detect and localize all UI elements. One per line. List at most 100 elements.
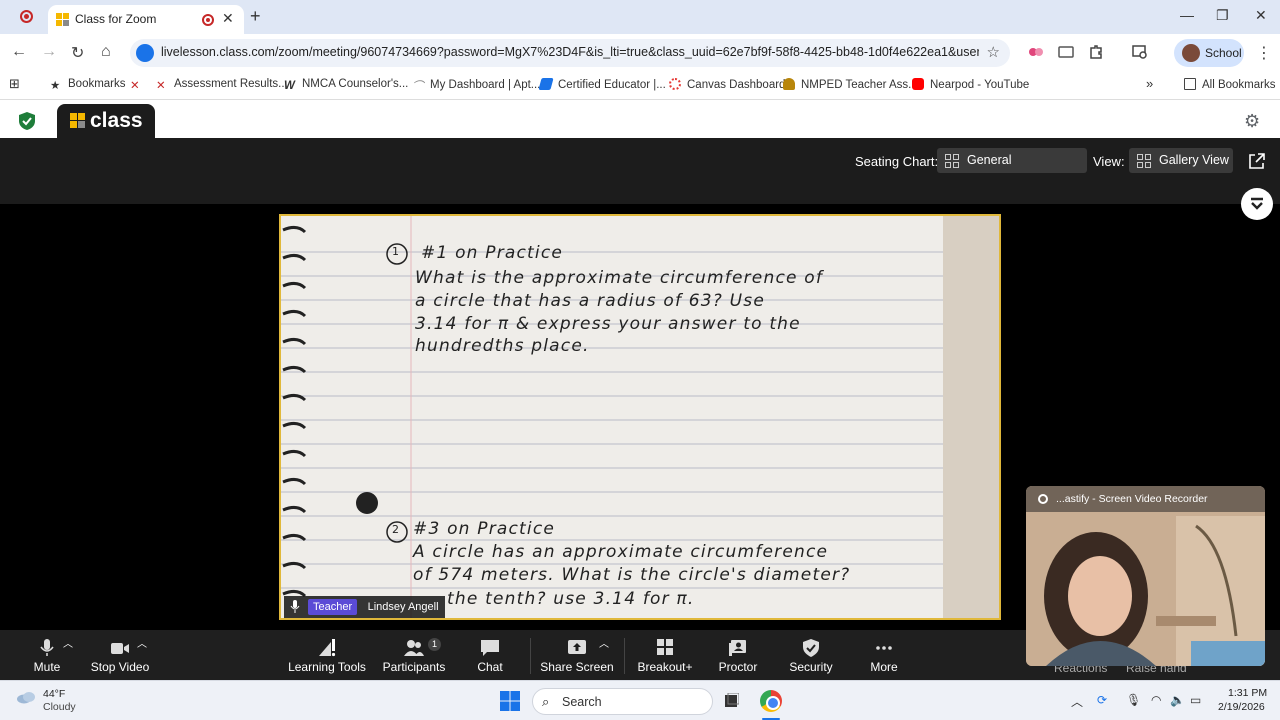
microphone-icon[interactable]: 🎙 <box>1126 693 1141 707</box>
url-text[interactable]: livelesson.class.com/zoom/meeting/960747… <box>161 45 979 59</box>
note-line: #1 on Practice <box>421 243 564 263</box>
close-tab-icon[interactable]: ✕ <box>222 10 234 27</box>
seating-chart-select[interactable]: General <box>937 148 1087 173</box>
clock-date[interactable]: 2/19/2026 <box>1218 701 1265 713</box>
weather-condition[interactable]: Cloudy <box>43 701 76 713</box>
participants-button[interactable]: Participants <box>380 630 448 680</box>
windows-start-icon[interactable] <box>500 691 520 711</box>
os-taskbar: 44°F Cloudy ⌕ Search ︿ ⟳ 🎙 ◠ 🔈 ▭ 1:31 PM… <box>0 680 1280 720</box>
mute-label: Mute <box>33 660 61 674</box>
extensions-puzzle-icon[interactable] <box>1088 44 1104 60</box>
bookmark-item[interactable]: ✕ Assessment Results... <box>156 78 288 92</box>
bookmark-item[interactable]: NMPED Teacher Ass... <box>783 78 918 91</box>
new-tab-button[interactable]: + <box>250 6 261 27</box>
more-button[interactable]: More <box>866 630 902 680</box>
battery-icon[interactable]: ▭ <box>1190 693 1201 707</box>
breakout-button[interactable]: Breakout+ <box>634 630 696 680</box>
learning-tools-label: Learning Tools <box>288 660 366 674</box>
toolbar-divider <box>624 638 625 674</box>
browser-tab-active[interactable]: Class for Zoom ✕ <box>48 5 244 34</box>
home-icon[interactable]: ⌂ <box>101 43 111 61</box>
bookmarks-bar: ⊞ ★ Bookmarks ✕ ✕ Assessment Results... WN… <box>0 72 1280 100</box>
bookmark-item[interactable]: Nearpod - YouTube <box>912 78 1029 91</box>
grid-icon <box>1137 154 1151 168</box>
cloud-icon[interactable] <box>16 691 36 704</box>
bookmark-star-icon[interactable]: ☆ <box>987 43 1000 61</box>
microphone-icon <box>40 639 54 656</box>
browser-toolbar: ← → ↻ ⌂ livelesson.class.com/zoom/meetin… <box>0 34 1280 72</box>
breakout-grid-icon <box>657 639 673 655</box>
address-bar[interactable]: livelesson.class.com/zoom/meeting/960747… <box>130 39 1010 67</box>
note-number-2: 2 <box>392 523 401 536</box>
learning-tools-button[interactable]: Learning Tools <box>286 630 368 680</box>
bookmark-item[interactable]: W NMCA Counselor's... <box>284 78 408 92</box>
bookmark-item[interactable]: ⌒ My Dashboard | Apt... <box>412 78 540 93</box>
security-button[interactable]: Security <box>786 630 836 680</box>
participant-name: Lindsey Angell <box>367 601 439 613</box>
volume-icon[interactable]: 🔈 <box>1170 693 1185 707</box>
more-bookmarks-icon[interactable]: » <box>1146 76 1153 91</box>
weather-temperature[interactable]: 44°F <box>43 688 65 700</box>
profile-button[interactable]: School <box>1174 39 1244 67</box>
clock-time[interactable]: 1:31 PM <box>1228 687 1267 699</box>
class-logo-icon <box>70 113 85 128</box>
educator-icon <box>538 78 554 90</box>
shield-icon <box>19 112 35 130</box>
sync-icon[interactable]: ⟳ <box>1097 693 1107 707</box>
bookmark-x-icon[interactable]: ✕ <box>130 78 140 92</box>
more-dots-icon <box>876 646 892 650</box>
class-logo: class <box>57 104 155 138</box>
cast-icon[interactable] <box>1058 44 1074 60</box>
toolbar-divider <box>530 638 531 674</box>
taskbar-app-icon[interactable] <box>723 693 739 709</box>
more-label: More <box>870 660 898 674</box>
meeting-header-bar: Seating Chart: General View: Gallery Vie… <box>0 138 1280 204</box>
chevron-up-icon[interactable]: ︿ <box>1071 693 1083 710</box>
chevron-up-icon[interactable]: ︿ <box>599 635 609 650</box>
seating-chart-value: General <box>967 153 1012 167</box>
tab-search-icon[interactable] <box>1132 44 1148 60</box>
browser-menu-icon[interactable]: ⋮ <box>1256 43 1272 63</box>
all-bookmarks-button[interactable]: All Bookmarks <box>1184 78 1276 91</box>
forward-icon[interactable]: → <box>41 43 57 61</box>
microphone-icon <box>290 600 300 613</box>
avatar <box>1182 44 1200 62</box>
reload-icon[interactable]: ↻ <box>71 43 84 63</box>
back-icon[interactable]: ← <box>11 43 27 61</box>
participant-count-badge: 1 <box>428 638 441 651</box>
site-info-icon[interactable] <box>136 44 154 62</box>
bookmark-item[interactable]: Certified Educator |... <box>538 78 666 91</box>
proctor-button[interactable]: Proctor <box>714 630 762 680</box>
learning-tools-icon <box>319 639 336 657</box>
x-logo-icon: ✕ <box>156 80 166 92</box>
bookmark-item[interactable]: ★ Bookmarks <box>50 78 126 92</box>
minimize-icon[interactable]: — <box>1180 7 1194 23</box>
class-favicon-icon <box>56 13 69 26</box>
logo-text: class <box>90 109 143 132</box>
chat-button[interactable]: Chat <box>470 630 510 680</box>
maximize-icon[interactable]: ❐ <box>1216 7 1229 24</box>
chevron-up-icon[interactable]: ︿ <box>137 635 147 650</box>
share-screen-icon <box>568 640 586 654</box>
mute-button[interactable]: Mute <box>26 630 68 680</box>
teacher-video-tile[interactable]: 1 2 #1 on Practice What is the approxima… <box>279 214 1001 620</box>
apps-grid-icon[interactable]: ⊞ <box>9 76 20 92</box>
close-window-icon[interactable]: ✕ <box>1255 7 1267 24</box>
class-app-header: class <box>0 100 1280 138</box>
note-line: hundredths place. <box>415 336 590 356</box>
taskbar-search-box[interactable]: ⌕ Search <box>532 688 713 715</box>
screen-recorder-overlay[interactable]: ...astify - Screen Video Recorder <box>1026 486 1265 666</box>
gear-icon[interactable]: ⚙ <box>1244 111 1260 132</box>
note-line: #3 on Practice <box>413 519 556 539</box>
bookmark-item[interactable]: Canvas Dashboard <box>669 78 785 91</box>
wifi-icon[interactable]: ◠ <box>1151 693 1161 707</box>
view-value: Gallery View <box>1159 153 1229 167</box>
view-select[interactable]: Gallery View <box>1129 148 1233 173</box>
popout-icon[interactable] <box>1248 153 1265 170</box>
extension-icon[interactable] <box>1028 44 1044 60</box>
youtube-icon <box>912 78 924 90</box>
chevron-up-icon[interactable]: ︿ <box>63 635 73 650</box>
participant-name-tag: Teacher Lindsey Angell <box>284 596 445 618</box>
chrome-icon[interactable] <box>760 690 782 712</box>
collapse-panel-button[interactable] <box>1241 188 1273 220</box>
